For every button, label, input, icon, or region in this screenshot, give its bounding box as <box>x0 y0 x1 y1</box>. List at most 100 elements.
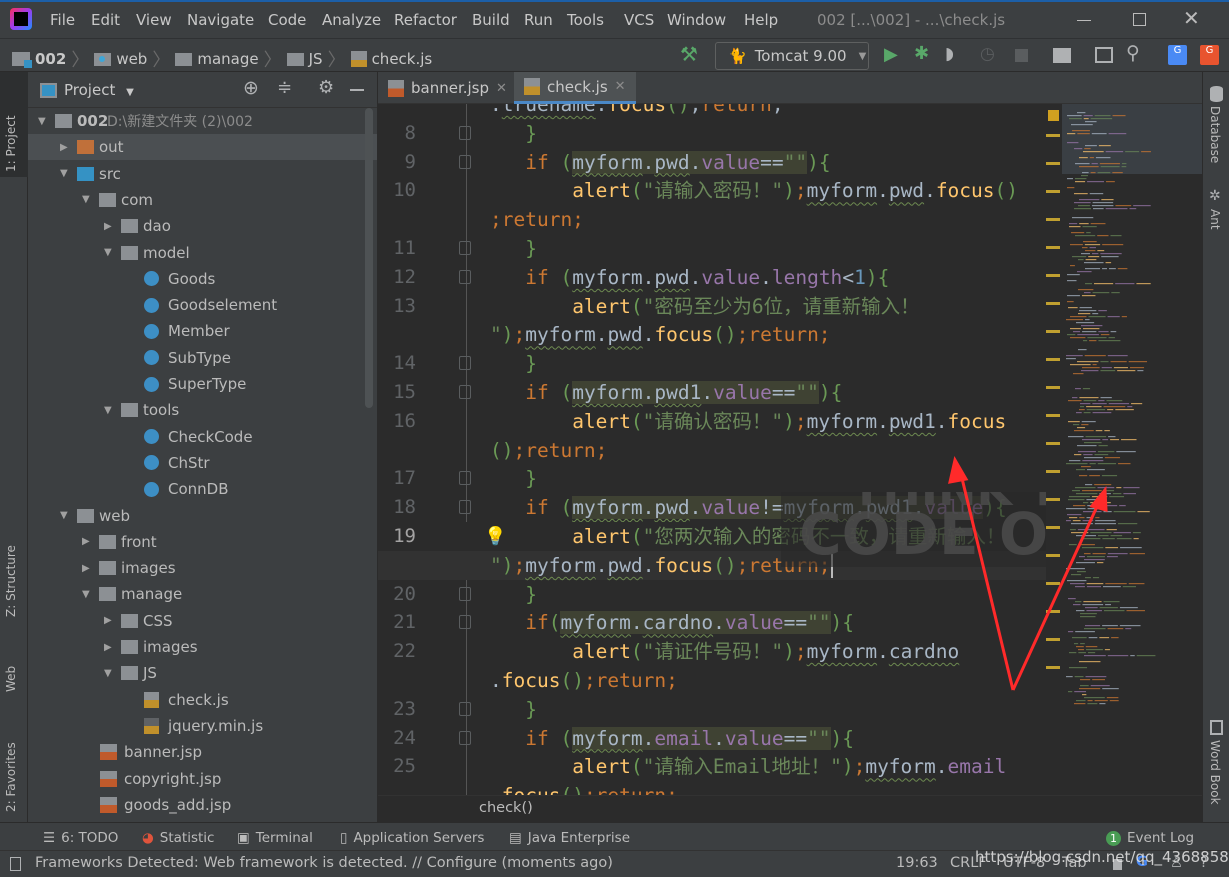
chevron-down-icon[interactable]: ▼ <box>82 194 90 205</box>
minimap[interactable] <box>1046 104 1202 795</box>
close-icon[interactable]: ✕ <box>615 79 626 94</box>
fold-marker-icon[interactable] <box>459 500 471 515</box>
debug-icon[interactable]: ✱ <box>914 43 929 64</box>
tree-item[interactable]: Goods <box>28 266 377 292</box>
fold-marker-icon[interactable] <box>459 154 471 169</box>
function-breadcrumb[interactable]: check() <box>479 800 533 816</box>
menu-file[interactable]: File <box>50 11 75 29</box>
code-line[interactable]: .focus();return; <box>378 781 1046 795</box>
tree-item[interactable]: check.js <box>28 687 377 713</box>
code-area[interactable]: .truename.focus();return; 8 } 9 if (myform… <box>378 104 1046 795</box>
menu-vcs[interactable]: VCS <box>624 11 654 29</box>
fold-marker-icon[interactable] <box>459 730 471 745</box>
fold-marker-icon[interactable] <box>459 125 471 140</box>
collapse-all-icon[interactable]: ≑ <box>277 77 292 98</box>
close-icon[interactable]: ✕ <box>496 81 507 96</box>
project-structure-icon[interactable] <box>1053 48 1071 63</box>
menu-build[interactable]: Build <box>472 11 510 29</box>
code-line[interactable]: 16 alert("请确认密码！");myform.pwd1.focus <box>378 407 1046 436</box>
menu-refactor[interactable]: Refactor <box>394 11 457 29</box>
code-line[interactable]: .truename.focus();return; <box>378 104 1046 119</box>
tree-item[interactable]: goods_add.jsp <box>28 792 377 818</box>
tree-item[interactable]: ▶ images <box>28 634 377 660</box>
chevron-down-icon[interactable]: ▼ <box>60 510 68 521</box>
code-line[interactable]: ();return; <box>378 436 1046 465</box>
tree-item[interactable]: ▶ out <box>28 134 377 161</box>
tool-tab-favorites[interactable]: 2: Favorites <box>4 712 18 812</box>
chevron-right-icon[interactable]: ▶ <box>104 615 112 626</box>
profile-icon[interactable]: ◷ <box>980 44 995 64</box>
code-line[interactable]: 20 } <box>378 580 1046 609</box>
menu-analyze[interactable]: Analyze <box>322 11 381 29</box>
chevron-right-icon[interactable]: ▶ <box>82 563 90 574</box>
tree-item[interactable]: banner.jsp <box>28 739 377 765</box>
project-view-select[interactable]: Project ▼ <box>64 81 134 99</box>
tool-tab-application-servers[interactable]: ▯ Application Servers <box>340 830 484 846</box>
tool-tab-word-book[interactable]: Word Book <box>1208 740 1222 805</box>
tree-item[interactable]: ▼ web <box>28 503 377 529</box>
gear-icon[interactable]: ⚙ <box>318 77 334 98</box>
status-toggle-icon[interactable] <box>10 857 21 871</box>
tree-item[interactable]: ConnDB <box>28 476 377 502</box>
run-configuration-select[interactable]: 🐈 Tomcat 9.00 ▼ <box>715 42 869 70</box>
code-line[interactable]: 9 if (myform.pwd.value==""){ <box>378 148 1046 177</box>
hide-panel-icon[interactable] <box>350 89 364 91</box>
breadcrumb-item[interactable]: JS <box>309 50 323 68</box>
menu-code[interactable]: Code <box>268 11 306 29</box>
menu-run[interactable]: Run <box>524 11 553 29</box>
tree-item[interactable]: SuperType <box>28 371 377 397</box>
menu-tools[interactable]: Tools <box>567 11 604 29</box>
terminal-window-icon[interactable] <box>1095 47 1113 63</box>
code-line[interactable]: 10 alert("请输入密码！");myform.pwd.focus() <box>378 176 1046 205</box>
breadcrumb-item[interactable]: web <box>116 50 147 68</box>
status-message[interactable]: Frameworks Detected: Web framework is de… <box>35 855 613 871</box>
tab-check-js[interactable]: check.js ✕ <box>514 72 636 104</box>
code-line[interactable]: 21 if(myform.cardno.value==""){ <box>378 608 1046 637</box>
chevron-right-icon[interactable]: ▶ <box>60 142 68 153</box>
breadcrumb-item[interactable]: check.js <box>372 50 433 68</box>
chevron-down-icon[interactable]: ▼ <box>104 668 112 679</box>
breadcrumb-item[interactable]: manage <box>197 50 258 68</box>
tree-scrollbar[interactable] <box>365 108 373 408</box>
code-line[interactable]: 8 } <box>378 119 1046 148</box>
code-line[interactable]: 17 } <box>378 464 1046 493</box>
chevron-down-icon[interactable]: ▼ <box>60 168 68 179</box>
tree-item[interactable]: ▶ images <box>28 555 377 581</box>
tree-item[interactable]: copyright.jsp <box>28 766 377 792</box>
stop-icon[interactable] <box>1015 49 1028 62</box>
tree-item[interactable]: ▼ src <box>28 161 377 187</box>
code-line[interactable]: 11 } <box>378 234 1046 263</box>
chevron-down-icon[interactable]: ▼ <box>104 247 112 258</box>
chevron-right-icon[interactable]: ▶ <box>82 536 90 547</box>
code-line[interactable]: 15 if (myform.pwd1.value==""){ <box>378 378 1046 407</box>
menu-window[interactable]: Window <box>667 11 726 29</box>
tool-tab-web[interactable]: Web <box>4 642 18 692</box>
tree-item[interactable]: ▶ dao <box>28 213 377 239</box>
tool-tab-ant[interactable]: Ant <box>1208 209 1222 230</box>
code-line[interactable]: 12 if (myform.pwd.value.length<1){ <box>378 263 1046 292</box>
translate-icon[interactable]: G <box>1168 45 1187 65</box>
tree-item[interactable]: ▼ manage <box>28 581 377 607</box>
locate-icon[interactable]: ⊕ <box>243 77 259 99</box>
breadcrumb-item[interactable]: 002 <box>35 50 66 68</box>
code-line[interactable]: 25 alert("请输入Email地址！");myform.email <box>378 752 1046 781</box>
tree-item[interactable]: Goodselement <box>28 292 377 318</box>
tree-item[interactable]: ▶ CSS <box>28 608 377 634</box>
menu-edit[interactable]: Edit <box>91 11 120 29</box>
tree-item[interactable]: ▼ JS <box>28 660 377 686</box>
tool-tab-event-log[interactable]: 1 Event Log <box>1106 830 1194 846</box>
coverage-icon[interactable]: ◗ <box>945 44 954 64</box>
caret-position[interactable]: 19:63 <box>896 855 938 871</box>
tree-item[interactable]: SubType <box>28 345 377 371</box>
fold-marker-icon[interactable] <box>459 701 471 716</box>
fold-marker-icon[interactable] <box>459 269 471 284</box>
fold-marker-icon[interactable] <box>459 241 471 255</box>
code-line[interactable]: ;return; <box>378 205 1046 234</box>
tree-item[interactable]: ▼ 002 D:\新建文件夹 (2)\002 <box>28 108 377 134</box>
code-line[interactable]: 23 } <box>378 695 1046 724</box>
tree-item[interactable]: ▼ com <box>28 187 377 213</box>
maximize-button[interactable] <box>1133 13 1146 26</box>
menu-help[interactable]: Help <box>744 11 778 29</box>
tree-item[interactable]: ChStr <box>28 450 377 476</box>
tool-tab-structure[interactable]: Z: Structure <box>4 522 18 617</box>
